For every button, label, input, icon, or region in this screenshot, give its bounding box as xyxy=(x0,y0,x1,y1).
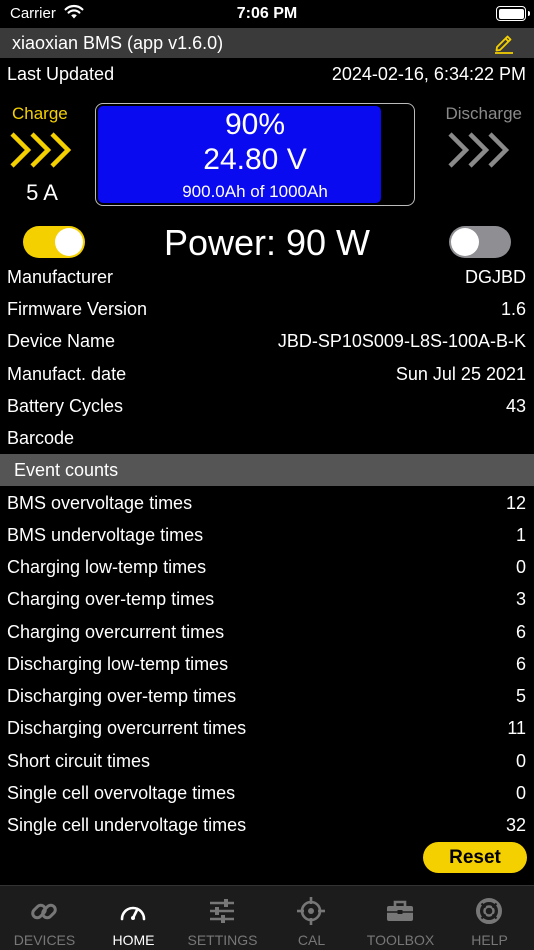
tab-label: HOME xyxy=(112,932,155,948)
gauge-icon xyxy=(118,896,148,926)
info-row-barcode: Barcode xyxy=(0,422,534,454)
sliders-icon xyxy=(207,896,237,926)
event-label: Single cell undervoltage times xyxy=(7,815,247,835)
edit-pencil-icon[interactable] xyxy=(492,32,516,59)
event-count: 5 xyxy=(515,686,526,706)
event-label: BMS undervoltage times xyxy=(7,525,204,545)
info-row-battery-cycles: Battery Cycles 43 xyxy=(0,390,534,422)
info-row-manufacturer: Manufacturer DGJBD xyxy=(0,261,534,293)
section-title: Event counts xyxy=(14,460,119,480)
last-updated-row: Last Updated 2024-02-16, 6:34:22 PM xyxy=(0,58,534,90)
event-count: 11 xyxy=(507,718,526,738)
reset-button[interactable]: Reset xyxy=(423,842,527,873)
event-row: Short circuit times 0 xyxy=(0,745,534,777)
event-row: Single cell undervoltage times 32 xyxy=(0,809,534,841)
clock: 7:06 PM xyxy=(236,5,298,22)
battery-capacity: 900.0Ah of 1000Ah xyxy=(182,182,328,201)
charge-current: 5 A xyxy=(26,180,58,205)
event-count: 1 xyxy=(515,525,526,545)
event-label: Single cell overvoltage times xyxy=(7,783,236,803)
tab-settings[interactable]: SETTINGS xyxy=(178,886,267,950)
event-label: Discharging overcurrent times xyxy=(7,718,247,738)
event-count: 0 xyxy=(515,783,526,803)
event-count: 6 xyxy=(515,622,526,642)
event-label: Discharging low-temp times xyxy=(7,654,229,674)
event-counts-header: Event counts xyxy=(0,454,534,486)
tab-label: CAL xyxy=(297,932,326,948)
tab-devices[interactable]: DEVICES xyxy=(0,886,89,950)
info-row-manufacture-date: Manufact. date Sun Jul 25 2021 xyxy=(0,358,534,390)
last-updated-value: 2024-02-16, 6:34:22 PM xyxy=(331,64,526,84)
tab-label: DEVICES xyxy=(13,932,76,948)
event-count: 3 xyxy=(515,589,526,609)
charge-chevrons-icon xyxy=(8,128,76,177)
tab-home[interactable]: HOME xyxy=(89,886,178,950)
discharge-chevrons-icon xyxy=(446,128,514,177)
info-label: Device Name xyxy=(7,331,116,351)
event-label: Discharging over-temp times xyxy=(7,686,237,706)
toolbox-icon xyxy=(385,896,415,926)
charge-label: Charge xyxy=(12,104,68,123)
tab-cal[interactable]: CAL xyxy=(267,886,356,950)
event-row: BMS undervoltage times 1 xyxy=(0,519,534,551)
info-label: Firmware Version xyxy=(7,299,148,319)
event-count: 0 xyxy=(515,557,526,577)
event-row: Single cell overvoltage times 0 xyxy=(0,777,534,809)
info-value: Sun Jul 25 2021 xyxy=(395,364,526,384)
info-label: Manufacturer xyxy=(7,267,114,287)
tab-label: SETTINGS xyxy=(187,932,258,948)
event-row: Discharging low-temp times 6 xyxy=(0,648,534,680)
event-count: 0 xyxy=(515,751,526,771)
tab-bar: DEVICES HOME SETTINGS CAL TOOLBOX HELP xyxy=(0,885,534,950)
info-value: 1.6 xyxy=(500,299,526,319)
discharge-label: Discharge xyxy=(445,104,522,123)
event-count: 32 xyxy=(505,815,526,835)
discharge-toggle-knob xyxy=(451,228,479,256)
crosshair-icon xyxy=(296,896,326,926)
info-label: Barcode xyxy=(7,428,75,448)
info-value: DGJBD xyxy=(464,267,526,287)
event-row: Discharging over-temp times 5 xyxy=(0,680,534,712)
tab-toolbox[interactable]: TOOLBOX xyxy=(356,886,445,950)
battery-status-icon xyxy=(496,6,530,21)
status-bar: Carrier 7:06 PM xyxy=(0,0,534,28)
info-row-device-name: Device Name JBD-SP10S009-L8S-100A-B-K xyxy=(0,325,534,357)
event-label: BMS overvoltage times xyxy=(7,493,193,513)
event-count: 6 xyxy=(515,654,526,674)
battery-percent: 90% xyxy=(224,108,286,141)
event-row: Charging low-temp times 0 xyxy=(0,551,534,583)
info-label: Battery Cycles xyxy=(7,396,124,416)
last-updated-label: Last Updated xyxy=(7,64,115,84)
info-label: Manufact. date xyxy=(7,364,127,384)
event-row: Charging over-temp times 3 xyxy=(0,583,534,615)
event-label: Charging over-temp times xyxy=(7,589,215,609)
event-label: Charging overcurrent times xyxy=(7,622,225,642)
event-row: BMS overvoltage times 12 xyxy=(0,487,534,519)
info-row-firmware: Firmware Version 1.6 xyxy=(0,293,534,325)
tab-label: TOOLBOX xyxy=(366,932,435,948)
app-title-bar: xiaoxian BMS (app v1.6.0) xyxy=(0,28,534,58)
link-icon xyxy=(29,896,59,926)
lifebuoy-icon xyxy=(474,896,504,926)
event-row: Discharging overcurrent times 11 xyxy=(0,712,534,744)
tab-help[interactable]: HELP xyxy=(445,886,534,950)
app-title: xiaoxian BMS (app v1.6.0) xyxy=(12,33,224,53)
tab-label: HELP xyxy=(471,932,508,948)
event-label: Short circuit times xyxy=(7,751,151,771)
battery-voltage: 24.80 V xyxy=(203,143,307,176)
discharge-toggle[interactable] xyxy=(449,226,511,258)
info-value: JBD-SP10S009-L8S-100A-B-K xyxy=(277,331,526,351)
info-value: 43 xyxy=(505,396,526,416)
event-count: 12 xyxy=(505,493,526,513)
event-row: Charging overcurrent times 6 xyxy=(0,616,534,648)
event-label: Charging low-temp times xyxy=(7,557,207,577)
